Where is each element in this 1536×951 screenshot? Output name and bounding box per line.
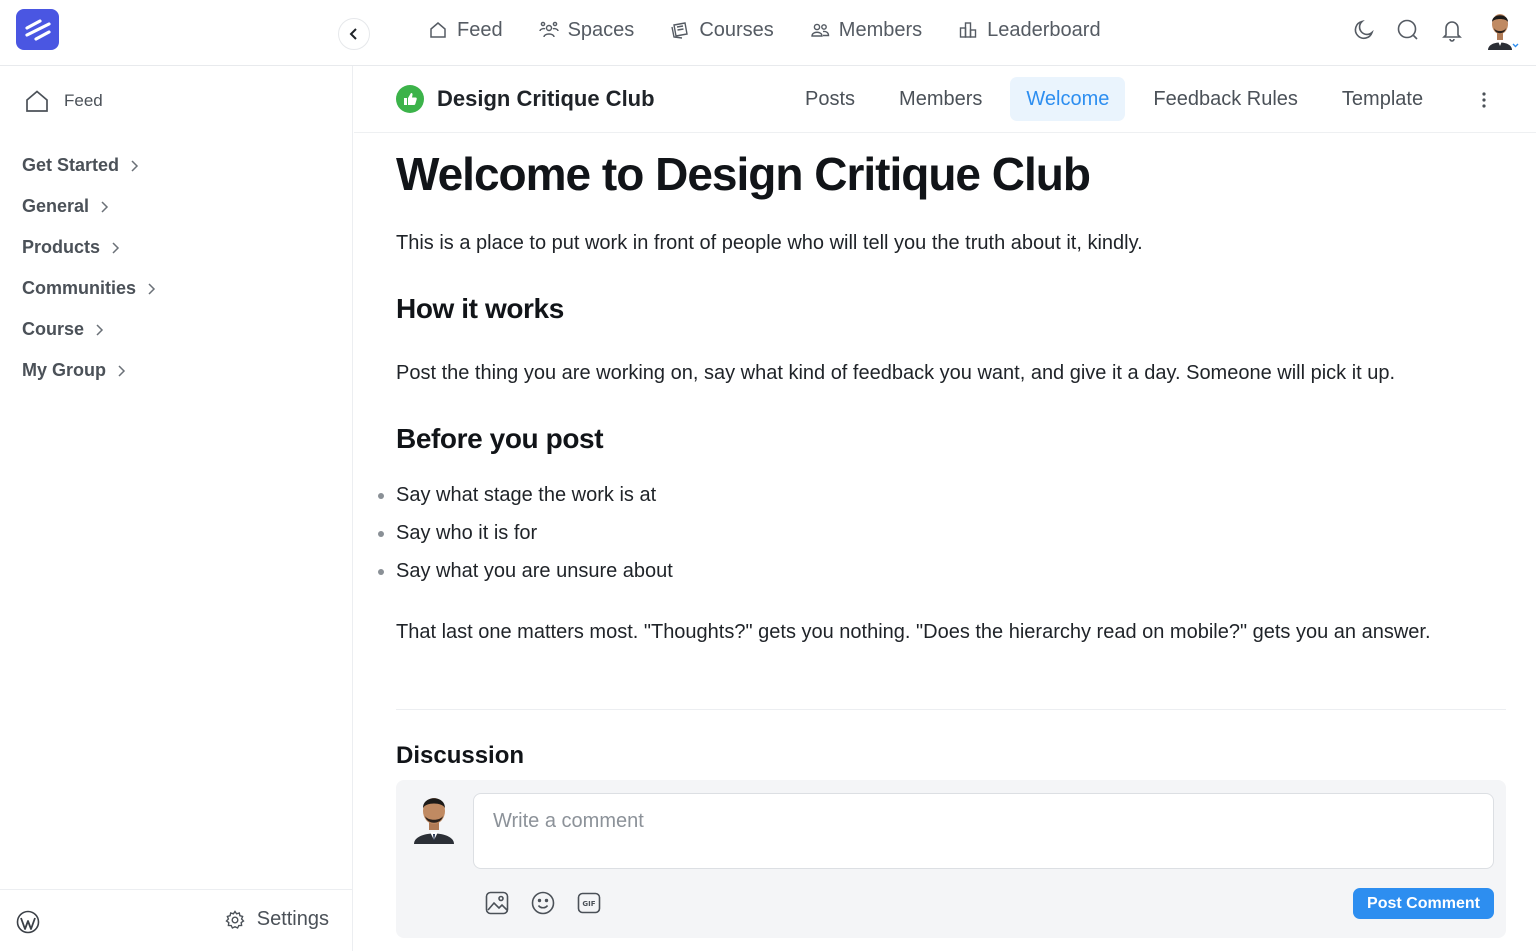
chevron-left-icon [349, 28, 357, 40]
comment-tools: GIF [484, 890, 602, 916]
chevron-right-icon [112, 241, 120, 254]
gif-icon[interactable]: GIF [576, 890, 602, 916]
bullet-list: Say what stage the work is at Say who it… [378, 482, 1506, 596]
topnav-leaderboard[interactable]: Leaderboard [958, 18, 1101, 42]
divider [396, 709, 1506, 710]
top-actions [1352, 0, 1520, 60]
space-tabs: Posts Members Welcome Feedback Rules Tem… [789, 77, 1439, 121]
home-icon [26, 90, 48, 112]
wordpress-icon[interactable] [16, 910, 40, 934]
spaces-icon [538, 21, 559, 38]
topnav-label: Spaces [567, 18, 635, 41]
list-item: Say who it is for [378, 520, 1506, 558]
article-closing: That last one matters most. "Thoughts?" … [396, 621, 1431, 643]
sidebar-collapse-button[interactable] [338, 18, 370, 50]
top-nav: Feed Spaces Courses Members Leaderboard [428, 0, 1101, 60]
list-item: Say what you are unsure about [378, 558, 1506, 596]
discussion-title: Discussion [396, 742, 525, 769]
topnav-label: Leaderboard [987, 18, 1101, 41]
sidebar-item-label: Feed [64, 91, 103, 110]
space-title: Design Critique Club [437, 86, 655, 111]
leaderboard-icon [959, 22, 977, 38]
settings-button[interactable]: Settings [225, 908, 329, 931]
settings-label: Settings [256, 908, 329, 930]
image-icon[interactable] [484, 890, 510, 916]
tab-feedback-rules[interactable]: Feedback Rules [1137, 77, 1314, 121]
app-logo-icon[interactable] [16, 9, 59, 50]
article-intro: This is a place to put work in front of … [396, 232, 1143, 254]
post-comment-button[interactable]: Post Comment [1353, 888, 1494, 919]
thumbs-up-icon [396, 85, 424, 113]
bell-icon[interactable] [1440, 18, 1464, 42]
courses-icon [671, 22, 689, 39]
section-body-how-it-works: Post the thing you are working on, say w… [396, 362, 1396, 384]
sidebar-group-label: Products [22, 237, 101, 257]
topnav-label: Feed [457, 18, 503, 41]
avatar[interactable] [1484, 10, 1520, 50]
list-item: Say what stage the work is at [378, 482, 1506, 520]
topnav-label: Members [838, 18, 923, 41]
sidebar-item-feed[interactable]: Feed [24, 88, 103, 114]
chevron-right-icon [101, 200, 109, 213]
tab-welcome[interactable]: Welcome [1010, 77, 1126, 121]
tab-members[interactable]: Members [883, 77, 998, 121]
sidebar-group-my-group[interactable]: My Group [22, 341, 156, 400]
avatar [410, 792, 458, 844]
moon-icon[interactable] [1352, 18, 1376, 42]
topnav-courses[interactable]: Courses [670, 18, 774, 42]
sidebar: Feed Get Started General Products Commun… [0, 66, 353, 951]
article: Welcome to Design Critique Club This is … [378, 134, 1506, 771]
section-heading-before-you-post: Before you post [396, 423, 604, 454]
top-bar: Feed Spaces Courses Members Leaderboard [0, 0, 1536, 66]
topnav-label: Courses [699, 18, 774, 41]
chevron-right-icon [131, 159, 139, 172]
home-icon [430, 22, 446, 38]
comment-composer: GIF Post Comment [396, 780, 1506, 938]
sidebar-group-label: Course [22, 319, 85, 339]
topnav-feed[interactable]: Feed [428, 19, 503, 42]
sidebar-group-label: Get Started [22, 155, 120, 175]
tab-posts[interactable]: Posts [789, 77, 871, 121]
sidebar-groups: Get Started General Products Communities… [22, 150, 156, 400]
sidebar-group-label: General [22, 196, 90, 216]
sidebar-group-label: Communities [22, 278, 137, 298]
chevron-right-icon [148, 282, 156, 295]
chevron-right-icon [118, 364, 126, 377]
tab-template[interactable]: Template [1326, 77, 1439, 121]
chevron-down-icon [1512, 43, 1519, 48]
search-icon[interactable] [1396, 18, 1420, 42]
members-icon [811, 23, 829, 37]
section-heading-how-it-works: How it works [396, 293, 564, 324]
svg-text:GIF: GIF [582, 900, 595, 908]
sidebar-group-label: My Group [22, 360, 106, 380]
comment-input[interactable] [473, 793, 1494, 869]
space-header: Design Critique Club Posts Members Welco… [354, 66, 1536, 133]
topnav-spaces[interactable]: Spaces [538, 18, 635, 42]
gear-icon [225, 909, 245, 929]
sidebar-footer: Settings [0, 889, 353, 951]
emoji-icon[interactable] [530, 890, 556, 916]
chevron-right-icon [96, 323, 104, 336]
page-title: Welcome to Design Critique Club [396, 148, 1091, 200]
more-options-icon[interactable] [1476, 88, 1492, 112]
topnav-members[interactable]: Members [810, 19, 922, 42]
